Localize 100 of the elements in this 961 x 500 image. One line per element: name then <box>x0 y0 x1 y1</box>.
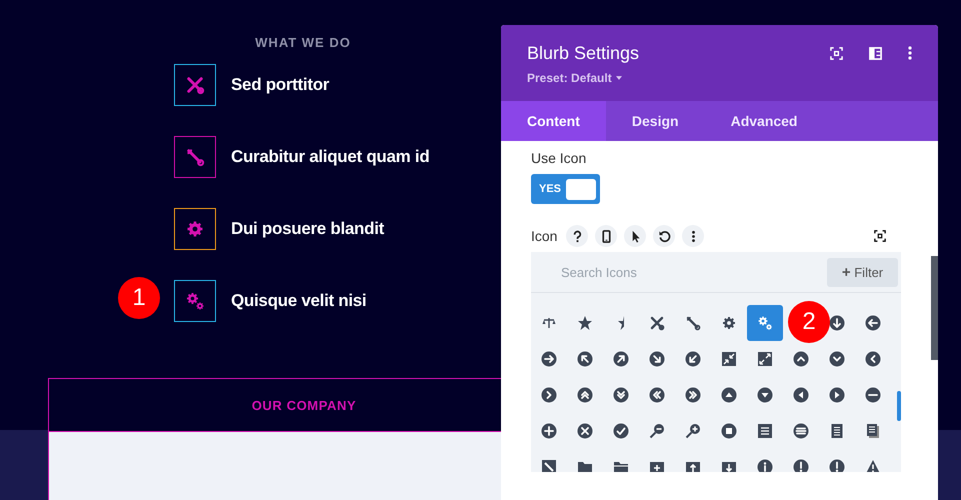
icon-option[interactable] <box>720 422 738 440</box>
reset-button[interactable] <box>653 225 676 247</box>
sidebar-layout-icon[interactable] <box>869 46 882 60</box>
arrow-circle-icon <box>577 351 593 367</box>
icon-option[interactable] <box>828 458 846 472</box>
scrollbar-thumb[interactable] <box>897 391 901 421</box>
icon-option[interactable] <box>864 314 882 332</box>
icon-option[interactable] <box>612 386 630 404</box>
focus-icon[interactable] <box>874 230 886 242</box>
document-icon <box>829 423 845 439</box>
icon-option[interactable] <box>720 314 738 332</box>
more-options-button[interactable] <box>682 225 704 247</box>
icon-option[interactable] <box>540 422 558 440</box>
chevron-circle-icon <box>829 351 845 367</box>
icon-option[interactable] <box>576 422 594 440</box>
step-marker: 1 <box>118 277 160 319</box>
field-label: Use Icon <box>531 150 588 166</box>
mobile-button[interactable] <box>595 225 618 247</box>
icon-option[interactable] <box>648 314 666 332</box>
icon-option[interactable] <box>648 350 666 368</box>
icon-option[interactable] <box>540 350 558 368</box>
icon-option[interactable] <box>576 386 594 404</box>
icon-option[interactable] <box>792 458 810 472</box>
icon-option[interactable] <box>756 458 774 472</box>
triangle-circle-icon <box>721 387 737 403</box>
icon-option[interactable] <box>648 386 666 404</box>
folder-open-icon <box>613 459 629 472</box>
icon-option[interactable] <box>648 422 666 440</box>
upload-icon <box>685 459 701 472</box>
icon-option[interactable] <box>828 350 846 368</box>
half-star-icon <box>618 316 624 330</box>
double-chevron-circle-icon <box>685 387 701 403</box>
double-chevron-circle-icon <box>577 387 593 403</box>
chevron-circle-icon <box>541 387 557 403</box>
tab[interactable]: Design <box>606 101 705 141</box>
mobile-icon <box>600 230 613 242</box>
icon-option[interactable] <box>540 458 558 472</box>
icon-option[interactable] <box>684 350 702 368</box>
field-label: Icon <box>531 228 558 244</box>
panel-title: Blurb Settings <box>527 42 640 64</box>
blurb-title: Quisque velit nisi <box>231 291 366 311</box>
chevron-circle-icon <box>865 351 881 367</box>
icon-option[interactable] <box>828 386 846 404</box>
more-options-icon[interactable] <box>908 46 912 60</box>
icon-option[interactable] <box>720 386 738 404</box>
icon-option[interactable] <box>864 386 882 404</box>
icon-option[interactable] <box>864 458 882 472</box>
icon-option[interactable] <box>756 386 774 404</box>
double-chevron-circle-icon <box>649 387 665 403</box>
tools-icon <box>649 315 665 331</box>
icon-option[interactable] <box>792 422 810 440</box>
reset-icon <box>658 230 671 242</box>
caret-icon <box>616 76 622 80</box>
download-icon <box>721 459 737 472</box>
list-square-icon <box>757 423 773 439</box>
arrow-circle-icon <box>541 351 557 367</box>
tab[interactable]: Content <box>501 101 606 141</box>
zoom-out-icon <box>649 423 665 439</box>
scrollbar-thumb[interactable] <box>931 256 938 360</box>
search-field[interactable]: Search Icons <box>531 254 827 290</box>
icon-option[interactable] <box>684 422 702 440</box>
icon-option[interactable] <box>792 386 810 404</box>
pointer-button[interactable] <box>624 225 646 247</box>
tools-icon <box>185 75 205 95</box>
icon-option[interactable] <box>720 350 738 368</box>
wrench-icon <box>185 147 205 167</box>
icon-option[interactable] <box>828 314 846 332</box>
arrow-circle-icon <box>865 315 881 331</box>
icon-option[interactable] <box>540 386 558 404</box>
icon-option[interactable] <box>612 422 630 440</box>
documents-icon <box>865 423 881 439</box>
star-icon <box>577 315 593 331</box>
triangle-circle-icon <box>757 387 773 403</box>
icon-option[interactable] <box>612 350 630 368</box>
icon-option[interactable] <box>576 314 594 332</box>
help-button[interactable] <box>566 225 588 247</box>
preset-dropdown[interactable]: Preset: Default <box>527 71 640 85</box>
icon-option[interactable] <box>864 350 882 368</box>
minus-circle-icon <box>865 387 881 403</box>
gears-icon <box>757 315 773 331</box>
zoom-in-icon <box>685 423 701 439</box>
icon-option[interactable] <box>684 386 702 404</box>
blurb-title: Curabitur aliquet quam id <box>231 147 430 167</box>
icon-option[interactable] <box>756 422 774 440</box>
icon-option[interactable] <box>756 350 774 368</box>
icon-option[interactable] <box>684 314 702 332</box>
expand-icon <box>757 351 773 367</box>
plus-circle-icon <box>541 423 557 439</box>
icon-option[interactable] <box>792 350 810 368</box>
icon-option[interactable] <box>576 350 594 368</box>
tab[interactable]: Advanced <box>704 101 824 141</box>
pencil-square-icon <box>541 459 557 472</box>
list-circle-icon <box>793 423 809 439</box>
compress-icon <box>721 351 737 367</box>
scales-icon <box>541 315 557 331</box>
toggle-switch[interactable]: YES <box>531 174 600 204</box>
gear-icon <box>185 219 205 239</box>
wrench-icon <box>685 315 701 331</box>
icon-option[interactable] <box>864 422 882 440</box>
filter-button[interactable]: + Filter <box>827 258 898 286</box>
